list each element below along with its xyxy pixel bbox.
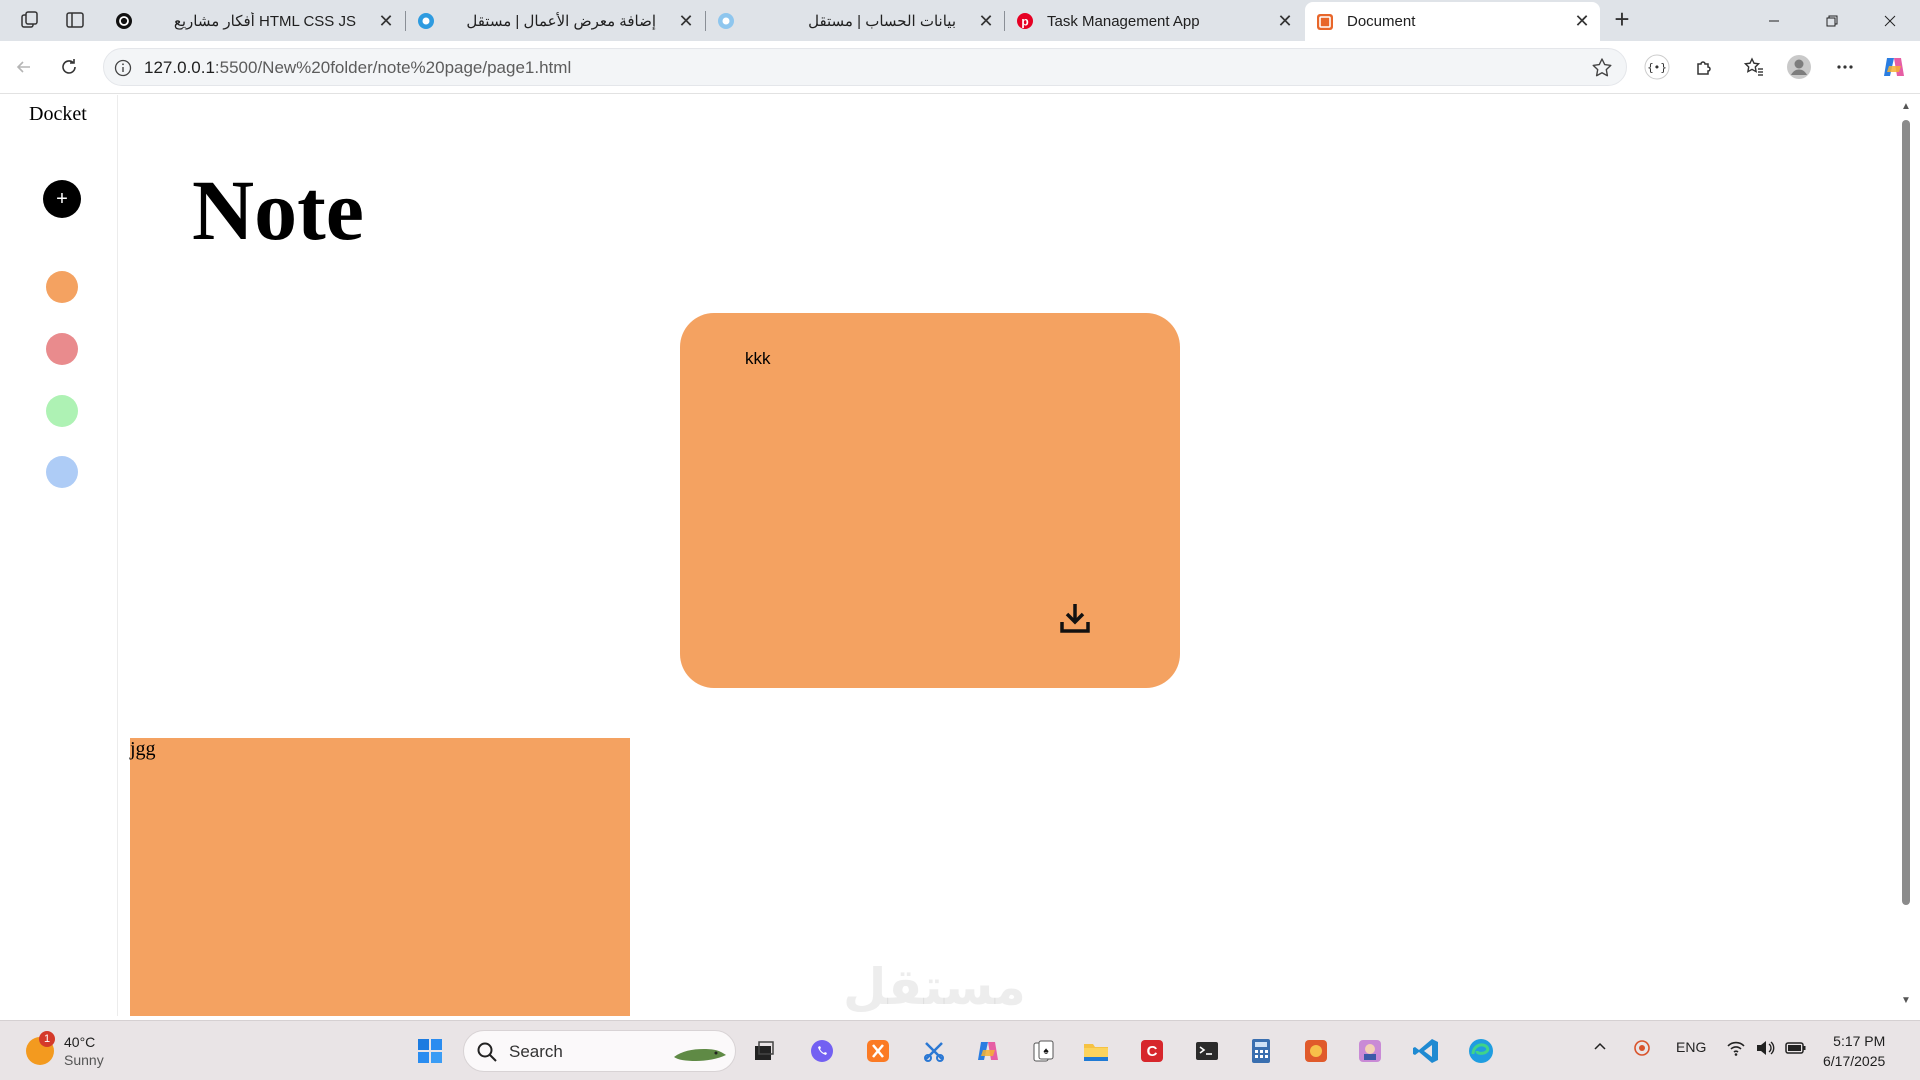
note-text[interactable]: kkk (745, 349, 771, 369)
note-card-new[interactable]: jgg (130, 738, 630, 1016)
watermark-text: مستقل (843, 958, 1026, 1016)
windows-taskbar: 1 40°C Sunny Search ♠ C ENG 5:17 PM 6/17… (0, 1020, 1920, 1080)
sidebar: Docket + (5, 95, 118, 1016)
url-path: :5500/New%20folder/note%20page/page1.htm… (214, 58, 572, 77)
address-bar[interactable]: 127.0.0.1:5500/New%20folder/note%20page/… (103, 48, 1627, 86)
terminal-icon[interactable] (1191, 1035, 1223, 1067)
weather-condition: Sunny (64, 1052, 104, 1068)
refresh-button[interactable] (51, 49, 87, 85)
download-icon[interactable] (1057, 600, 1093, 636)
close-tab-icon[interactable]: ✕ (374, 9, 398, 33)
game-app-icon[interactable] (1300, 1035, 1332, 1067)
temperature: 40°C (64, 1034, 96, 1050)
minimize-button[interactable] (1745, 0, 1803, 41)
close-tab-icon[interactable]: ✕ (974, 9, 998, 33)
edge-browser-icon[interactable] (1465, 1035, 1497, 1067)
battery-icon[interactable] (1785, 1039, 1807, 1060)
threads-logo-icon (114, 11, 134, 31)
scroll-down-arrow-icon[interactable]: ▼ (1901, 996, 1911, 1006)
favorite-star-icon[interactable] (1590, 56, 1614, 80)
close-tab-icon[interactable]: ✕ (1570, 10, 1594, 34)
system-clock[interactable]: 5:17 PM 6/17/2025 (1823, 1031, 1885, 1071)
color-swatch-red[interactable] (46, 333, 78, 365)
more-options-icon[interactable] (1827, 49, 1863, 85)
page-title: Note (192, 162, 364, 258)
html-file-icon (1315, 12, 1335, 32)
tab-title: Task Management App (1047, 12, 1200, 30)
browser-toolbar: 127.0.0.1:5500/New%20folder/note%20page/… (0, 41, 1920, 94)
xampp-icon[interactable] (862, 1035, 894, 1067)
note-text[interactable]: jgg (130, 738, 156, 761)
url-host: 127.0.0.1 (144, 58, 215, 77)
solitaire-icon[interactable]: ♠ (1027, 1035, 1059, 1067)
scroll-up-arrow-icon[interactable]: ▲ (1901, 102, 1911, 112)
tab-document[interactable]: Document ✕ (1305, 2, 1600, 41)
svg-text:{•}: {•} (1647, 61, 1667, 74)
language-indicator[interactable]: ENG (1676, 1039, 1706, 1055)
new-tab-button[interactable]: + (1606, 6, 1638, 34)
workspaces-icon[interactable] (15, 6, 45, 34)
svg-text:♠: ♠ (1043, 1046, 1049, 1057)
color-swatch-blue[interactable] (46, 456, 78, 488)
tab-html-css-js-ideas[interactable]: HTML CSS JS أفكار مشاريع ✕ (104, 2, 404, 40)
tab-task-management-app[interactable]: p Task Management App ✕ (1005, 2, 1303, 40)
close-window-button[interactable] (1861, 0, 1919, 41)
viber-icon[interactable] (806, 1035, 838, 1067)
url-text: 127.0.0.1:5500/New%20folder/note%20page/… (144, 58, 571, 78)
tab-title: إضافة معرض الأعمال | مستقل (466, 13, 656, 30)
extensions-puzzle-icon[interactable] (1686, 49, 1722, 85)
tab-actions-icon[interactable] (60, 6, 90, 34)
svg-text:p: p (1021, 15, 1028, 29)
task-view-icon[interactable] (748, 1035, 780, 1067)
browser-tab-strip: HTML CSS JS أفكار مشاريع ✕ إضافة معرض ال… (0, 0, 1920, 41)
copilot-app-icon[interactable] (972, 1035, 1004, 1067)
notification-badge: 1 (39, 1031, 55, 1047)
tab-title: Document (1347, 13, 1416, 30)
web-page: Docket + Note kkk jgg مستقل (5, 95, 1901, 1016)
color-swatch-orange[interactable] (46, 271, 78, 303)
extension-brackets-icon[interactable]: {•} (1639, 49, 1675, 85)
close-tab-icon[interactable]: ✕ (1273, 9, 1297, 33)
scrollbar-thumb[interactable] (1902, 120, 1910, 905)
site-info-icon[interactable] (112, 57, 134, 79)
brand-logo-text: Docket (29, 103, 87, 125)
wifi-icon[interactable] (1726, 1039, 1746, 1060)
mostaql-logo-icon (416, 11, 436, 31)
clock-time: 5:17 PM (1833, 1033, 1886, 1049)
windows-start-icon[interactable] (414, 1035, 446, 1067)
add-note-button[interactable]: + (43, 180, 81, 218)
file-explorer-icon[interactable] (1080, 1035, 1112, 1067)
tab-add-portfolio[interactable]: إضافة معرض الأعمال | مستقل ✕ (406, 2, 704, 40)
restore-button[interactable] (1803, 0, 1861, 41)
search-placeholder: Search (509, 1042, 563, 1061)
svg-text:C: C (1147, 1043, 1158, 1060)
photo-app-icon[interactable] (1354, 1035, 1386, 1067)
tab-title: HTML CSS JS أفكار مشاريع (173, 13, 356, 30)
page-scrollbar[interactable]: ▲ ▼ (1901, 95, 1920, 1016)
volume-icon[interactable] (1755, 1039, 1775, 1060)
tab-account-data[interactable]: بيانات الحساب | مستقل ✕ (706, 2, 1004, 40)
profile-avatar-icon[interactable] (1781, 49, 1817, 85)
close-tab-icon[interactable]: ✕ (674, 9, 698, 33)
show-hidden-icons-chevron-icon[interactable] (1592, 1039, 1608, 1058)
pinterest-logo-icon: p (1015, 11, 1035, 31)
calculator-icon[interactable] (1245, 1035, 1277, 1067)
tray-app-icon[interactable] (1633, 1039, 1651, 1060)
tab-title: بيانات الحساب | مستقل (808, 13, 956, 30)
color-swatch-green[interactable] (46, 395, 78, 427)
vscode-icon[interactable] (1410, 1035, 1442, 1067)
weather-widget[interactable]: 1 40°C Sunny (26, 1031, 136, 1073)
search-highlight-crocodile-icon (674, 1049, 726, 1061)
snipping-tool-icon[interactable] (918, 1035, 950, 1067)
back-button[interactable] (6, 49, 42, 85)
copilot-icon[interactable] (1876, 49, 1912, 85)
favorites-icon[interactable] (1736, 49, 1772, 85)
mostaql-logo-icon (716, 11, 736, 31)
clock-date: 6/17/2025 (1823, 1053, 1886, 1069)
taskbar-search[interactable]: Search (463, 1030, 736, 1072)
search-icon (477, 1042, 497, 1062)
note-card[interactable]: kkk (680, 313, 1180, 688)
ccleaner-icon[interactable]: C (1136, 1035, 1168, 1067)
